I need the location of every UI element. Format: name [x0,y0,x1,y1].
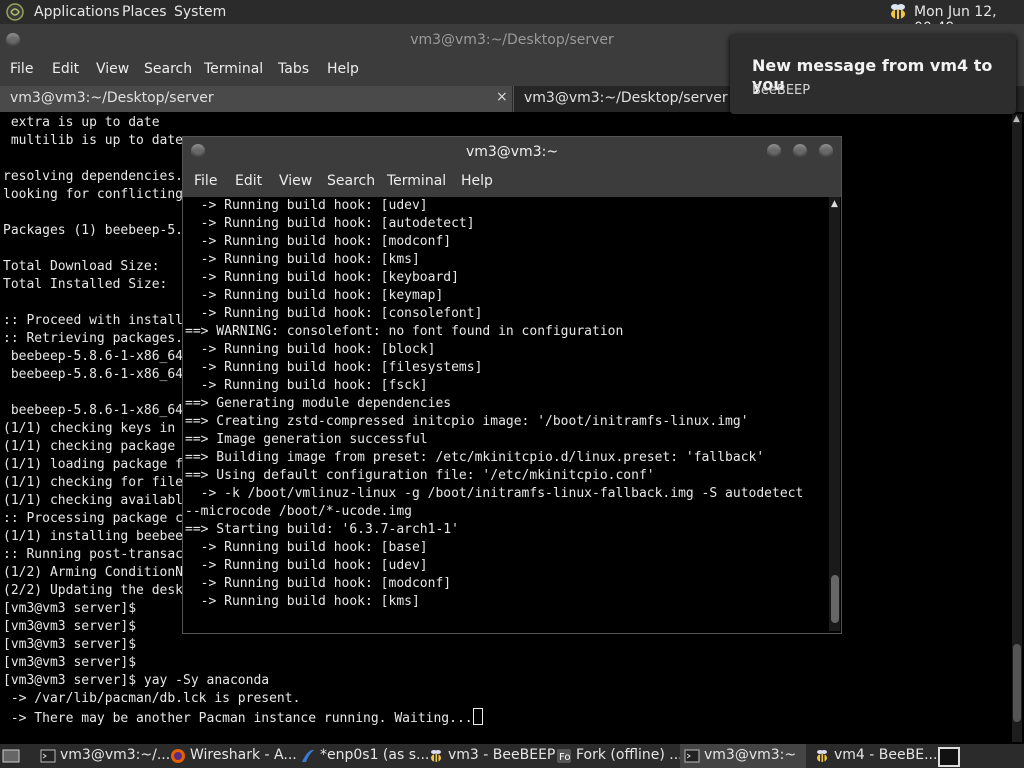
terminal-line: -> Running build hook: [udev] [185,198,428,213]
applications-icon[interactable] [6,3,24,21]
taskbar-item-label: Wireshark - A... [190,747,297,763]
menu-view[interactable]: View [279,173,312,189]
maximize-button[interactable] [793,144,807,158]
terminal-line: -> Running build hook: [keymap] [185,288,444,303]
workspace-switcher[interactable] [938,747,960,767]
scroll-up-icon[interactable]: ▲ [831,199,838,209]
fork-icon: Fo [557,749,571,763]
terminal-line: ==> Creating zstd-compressed initcpio im… [185,414,749,429]
applications-menu[interactable]: Applications [34,4,120,20]
taskbar-item[interactable]: vm3@vm3:~/... [36,744,170,768]
scroll-up-icon[interactable]: ▲ [1013,114,1020,124]
terminal-line: -> Running build hook: [kms] [185,594,420,609]
terminal-line: -> Running build hook: [modconf] [185,234,452,249]
menu-tabs[interactable]: Tabs [278,61,309,77]
terminal-line: -> There may be another Pacman instance … [3,708,1011,728]
taskbar-item[interactable]: *enp0s1 (as s... [296,744,429,768]
taskbar-item-label: vm4 - BeeBE... [834,747,938,763]
terminal-line: -> Running build hook: [consolefont] [185,306,483,321]
beebeep-icon [817,750,827,762]
notification-body: BeeBEEP [752,83,811,98]
terminal-line: ==> Image generation successful [185,432,428,447]
terminal-icon [684,749,700,763]
show-desktop-icon[interactable] [2,748,20,764]
scrollbar-thumb[interactable] [1013,644,1021,722]
scrollbar-thumb[interactable] [831,575,839,623]
sub-terminal-output[interactable]: -> Running build hook: [udev] -> Running… [185,197,825,631]
taskbar: vm3@vm3:~/... Wireshark - A... *enp0s1 (as… [0,744,1024,768]
menu-edit[interactable]: Edit [235,173,262,189]
sub-titlebar[interactable]: vm3@vm3:~ [183,137,841,167]
beebeep-tray-icon[interactable] [886,2,908,22]
tab-label: vm3@vm3:~/Desktop/server [10,90,214,106]
terminal-line: -> Running build hook: [autodetect] [185,216,475,231]
terminal-cursor [472,708,483,725]
terminal-line: -> Running build hook: [fsck] [185,378,428,393]
taskbar-item-label: Fork (offline) ... [576,747,683,763]
sub-scrollbar[interactable]: ▲ [829,197,840,631]
menu-edit[interactable]: Edit [52,61,79,77]
taskbar-item-label: vm3@vm3:~/... [60,747,171,763]
terminal-line: [vm3@vm3 server]$ yay -Sy anaconda [3,673,270,688]
taskbar-item-label: vm3 - BeeBEEP [448,747,556,763]
terminal-line: -> Running build hook: [modconf] [185,576,452,591]
menu-help[interactable]: Help [327,61,359,77]
menu-search[interactable]: Search [327,173,375,189]
taskbar-item[interactable]: vm4 - BeeBE... [810,744,938,768]
wireshark-fin-icon [302,749,314,762]
sub-menubar: File Edit View Search Terminal Help [183,167,841,197]
terminal-line: -> Running build hook: [kms] [185,252,420,267]
terminal-icon [40,749,56,763]
message-notification[interactable]: New message from vm4 to you BeeBEEP [730,34,1016,114]
taskbar-item[interactable]: vm3 - BeeBEEP [424,744,555,768]
terminal-line: [vm3@vm3 server]$ [3,655,137,670]
svg-text:Fo: Fo [559,752,571,763]
sub-window-title: vm3@vm3:~ [465,144,559,160]
menu-search[interactable]: Search [144,61,192,77]
terminal-line: extra is up to date [3,115,160,130]
beebeep-icon [431,750,441,762]
terminal-line: ==> Starting build: '6.3.7-arch1-1' [185,522,459,537]
taskbar-item[interactable]: Fo Fork (offline) ... [552,744,683,768]
menu-help[interactable]: Help [461,173,493,189]
terminal-line: -> Running build hook: [block] [185,342,436,357]
places-menu[interactable]: Places [122,4,167,20]
minimize-button[interactable] [767,144,781,158]
terminal-line: ==> WARNING: consolefont: no font found … [185,324,624,339]
close-button[interactable] [819,144,833,158]
terminal-line: ==> Generating module dependencies [185,396,452,411]
menu-file[interactable]: File [194,173,217,189]
menu-view[interactable]: View [96,61,129,77]
menu-terminal[interactable]: Terminal [387,173,446,189]
tab-server-1[interactable]: vm3@vm3:~/Desktop/server × [0,86,512,112]
taskbar-item[interactable]: vm3@vm3:~ [680,744,806,768]
tab-label: vm3@vm3:~/Desktop/server [524,90,728,106]
firefox-icon [171,749,185,763]
close-tab-icon[interactable]: × [496,89,508,105]
taskbar-item-label: *enp0s1 (as s... [320,747,430,763]
terminal-line: --microcode /boot/*-ucode.img [185,504,412,519]
menu-terminal[interactable]: Terminal [204,61,263,77]
taskbar-item-label: vm3@vm3:~ [704,747,797,763]
terminal-line: -> Running build hook: [base] [185,540,428,555]
terminal-line: -> /var/lib/pacman/db.lck is present. [3,691,301,706]
top-panel: Applications Places System Mon Jun 12, 0… [0,0,1024,36]
terminal-line: [vm3@vm3 server]$ [3,637,137,652]
terminal-line: -> Running build hook: [keyboard] [185,270,459,285]
terminal-line: ==> Building image from preset: /etc/mki… [185,450,765,465]
terminal-line: ==> Using default configuration file: '/… [185,468,655,483]
system-menu[interactable]: System [174,4,226,20]
menu-file[interactable]: File [10,61,33,77]
terminal-line: -> Running build hook: [udev] [185,558,428,573]
terminal-line: -> Running build hook: [filesystems] [185,360,483,375]
terminal-line: -> -k /boot/vmlinuz-linux -g /boot/initr… [185,486,804,501]
taskbar-item[interactable]: Wireshark - A... [166,744,297,768]
main-scrollbar[interactable]: ▲ [1012,114,1022,742]
sub-terminal-window: vm3@vm3:~ File Edit View Search Terminal… [182,136,842,634]
